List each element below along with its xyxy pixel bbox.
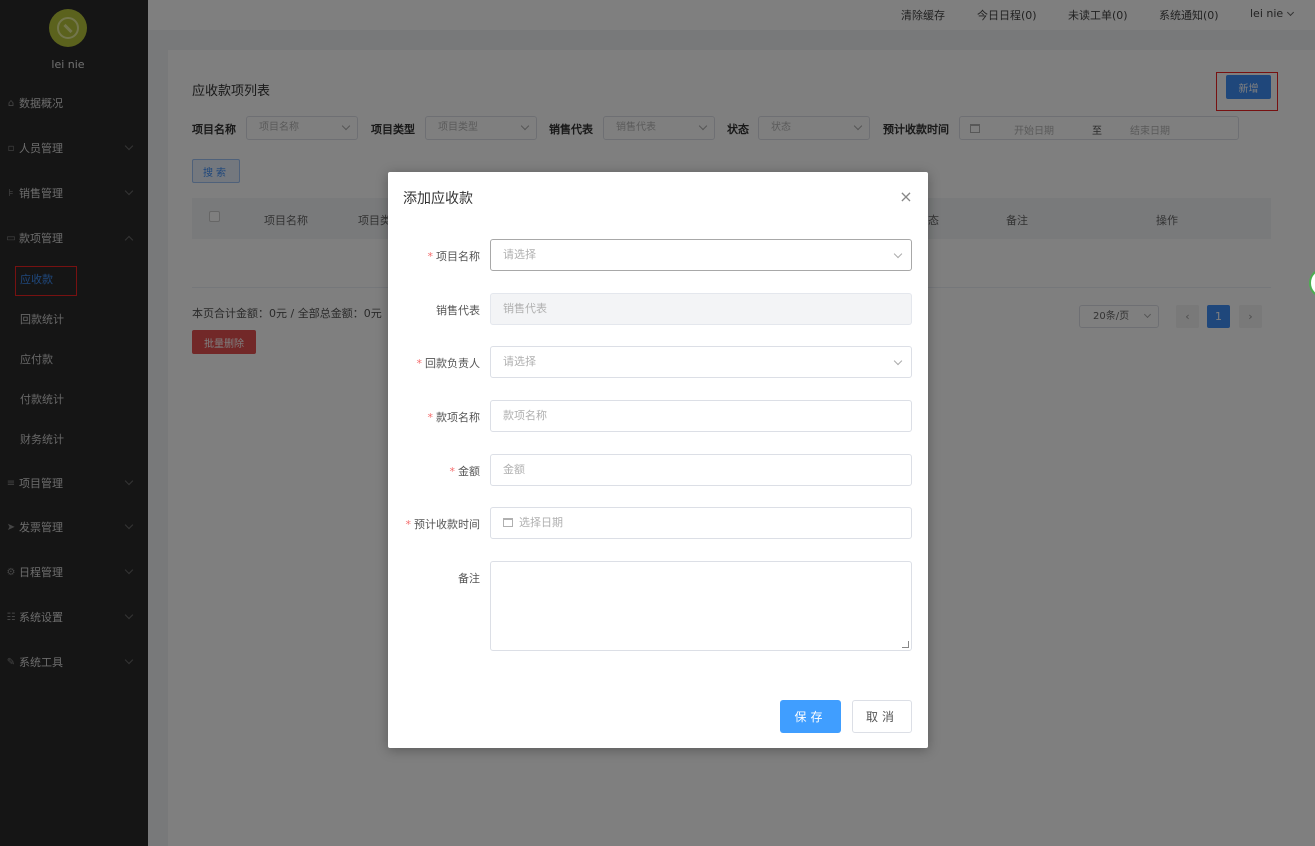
chevron-down-icon [893, 356, 903, 366]
expected-date-placeholder: 选择日期 [519, 516, 563, 529]
remark-textarea[interactable] [490, 561, 912, 651]
save-button[interactable]: 保存 [780, 700, 841, 733]
sales-rep-field: 销售代表 [490, 293, 912, 325]
cancel-button[interactable]: 取消 [852, 700, 912, 733]
project-name-label: * 项目名称 [427, 250, 481, 263]
add-receivable-dialog: 添加应收款 × * 项目名称 请选择 销售代表 销售代表 * 回款负责人 请选择 *… [388, 172, 928, 748]
remark-label: 备注 [458, 572, 480, 585]
expected-date-picker[interactable]: 选择日期 [490, 507, 912, 539]
dialog-title: 添加应收款 [403, 191, 473, 207]
chevron-down-icon [893, 249, 903, 259]
item-name-input[interactable]: 款项名称 [490, 400, 912, 432]
item-name-placeholder: 款项名称 [503, 409, 547, 422]
sales-rep-placeholder: 销售代表 [503, 302, 547, 315]
collector-select[interactable]: 请选择 [490, 346, 912, 378]
amount-placeholder: 金额 [503, 463, 525, 476]
project-name-select[interactable]: 请选择 [490, 239, 912, 271]
item-name-label: * 款项名称 [427, 411, 481, 424]
expected-date-label: * 预计收款时间 [405, 518, 481, 531]
close-icon[interactable]: × [898, 189, 914, 205]
resize-handle-icon[interactable] [902, 641, 909, 648]
amount-input[interactable]: 金额 [490, 454, 912, 486]
sales-rep-label: 销售代表 [436, 304, 480, 317]
collector-label: * 回款负责人 [416, 357, 481, 370]
collector-placeholder: 请选择 [503, 355, 536, 368]
project-name-placeholder: 请选择 [503, 248, 536, 261]
amount-label: * 金额 [449, 465, 481, 478]
calendar-icon [503, 517, 513, 527]
